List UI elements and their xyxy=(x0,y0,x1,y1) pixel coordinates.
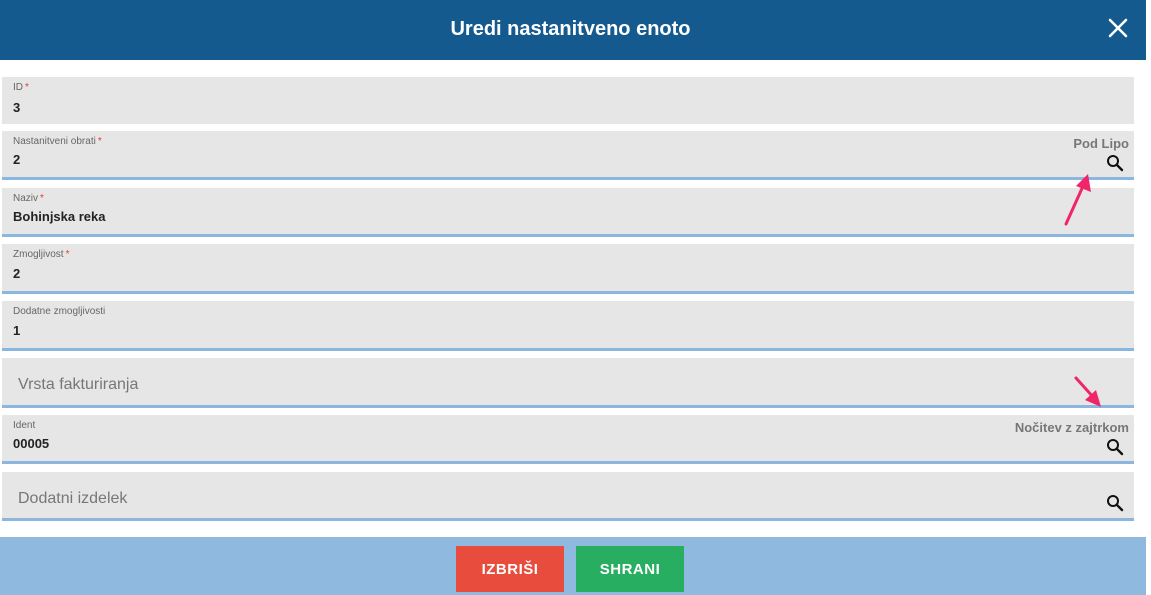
required-marker: * xyxy=(40,193,44,204)
id-value: 3 xyxy=(13,100,21,115)
required-marker: * xyxy=(65,249,70,260)
search-icon[interactable] xyxy=(1106,154,1124,172)
obrati-value: 2 xyxy=(13,152,21,167)
obrati-hint: Pod Lipo xyxy=(1073,136,1129,151)
naziv-label: Naziv * xyxy=(13,193,44,204)
zmogljivost-value: 2 xyxy=(13,266,21,281)
delete-button[interactable]: IZBRIŠI xyxy=(456,546,564,592)
dialog-header: Uredi nastanitveno enoto xyxy=(0,0,1146,60)
id-field[interactable]: ID * 3 xyxy=(2,77,1134,124)
search-icon[interactable] xyxy=(1106,494,1124,512)
vrsta-field[interactable]: Vrsta fakturiranja xyxy=(2,358,1134,408)
obrati-label: Nastanitveni obrati * xyxy=(13,136,102,147)
izdelek-placeholder: Dodatni izdelek xyxy=(18,490,128,507)
dodatne-value: 1 xyxy=(13,323,21,338)
izdelek-field[interactable]: Dodatni izdelek xyxy=(2,472,1134,521)
save-button[interactable]: SHRANI xyxy=(576,546,684,592)
naziv-value: Bohinjska reka xyxy=(13,209,106,224)
vrsta-placeholder: Vrsta fakturiranja xyxy=(18,376,139,393)
ident-field[interactable]: Ident 00005 Nočitev z zajtrkom xyxy=(2,415,1134,464)
dialog-footer: IZBRIŠI SHRANI xyxy=(0,537,1146,595)
required-marker: * xyxy=(97,136,102,147)
dodatne-label: Dodatne zmogljivosti xyxy=(13,306,106,317)
id-label: ID * xyxy=(13,82,29,93)
dialog-title: Uredi nastanitveno enoto xyxy=(450,18,691,40)
ident-value: 00005 xyxy=(13,436,50,451)
ident-hint: Nočitev z zajtrkom xyxy=(1014,420,1129,435)
search-icon[interactable] xyxy=(1106,438,1124,456)
zmogljivost-label: Zmogljivost * xyxy=(13,249,70,260)
close-icon[interactable] xyxy=(1104,14,1132,42)
obrati-field[interactable]: Nastanitveni obrati * 2 Pod Lipo xyxy=(2,131,1134,180)
required-marker: * xyxy=(25,82,29,93)
dialog-edge xyxy=(1146,0,1151,595)
ident-label: Ident xyxy=(13,420,36,431)
naziv-field[interactable]: Naziv * Bohinjska reka xyxy=(2,188,1134,237)
edit-unit-dialog: Uredi nastanitveno enoto ID * 3 Nastanitv… xyxy=(0,0,1151,595)
zmogljivost-field[interactable]: Zmogljivost * 2 xyxy=(2,244,1134,294)
dodatne-field[interactable]: Dodatne zmogljivosti 1 xyxy=(2,301,1134,351)
